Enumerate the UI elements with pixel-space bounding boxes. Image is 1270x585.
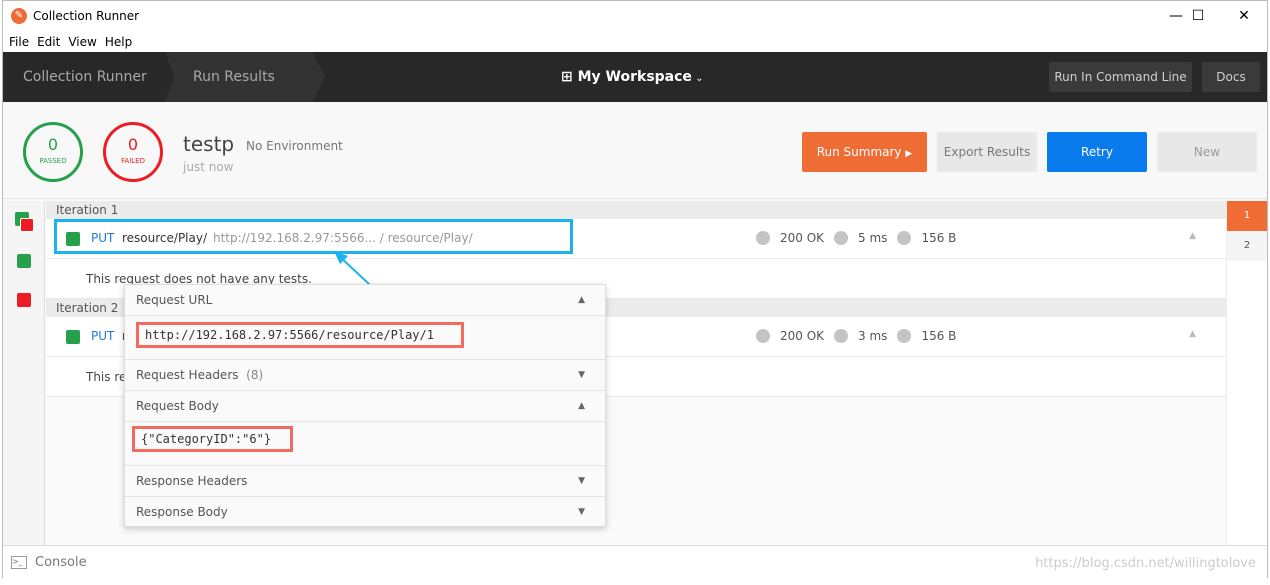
response-headers-section[interactable]: Response Headers ▼ [125, 466, 605, 497]
run-time: just now [183, 160, 234, 174]
failed-square-icon[interactable] [17, 293, 31, 307]
environment-label: No Environment [246, 139, 343, 153]
console-icon: >_ [11, 555, 27, 569]
chevron-down-icon: ⌄ [691, 73, 704, 84]
run-in-command-line-button[interactable]: Run In Command Line [1049, 62, 1192, 92]
caret-right-icon: ▶ [905, 149, 913, 159]
iteration-header: Iteration 1 [46, 201, 1226, 219]
collapse-caret-icon[interactable]: ▲ [1189, 231, 1196, 241]
menu-edit[interactable]: Edit [37, 35, 60, 49]
breadcrumb-collection-runner[interactable]: Collection Runner [23, 52, 147, 102]
workspace-selector[interactable]: ⊞ My Workspace ⌄ [561, 52, 703, 102]
export-results-button[interactable]: Export Results [937, 132, 1037, 172]
caret-down-icon: ▼ [578, 476, 585, 486]
pass-indicator-icon [66, 330, 80, 344]
passed-counter: 0 PASSED [23, 122, 83, 182]
caret-down-icon: ▼ [578, 370, 585, 380]
caret-up-icon: ▲ [578, 295, 585, 305]
request-details-popup: Request URL ▲ http://192.168.2.97:5566/re… [124, 284, 606, 527]
caret-down-icon: ▼ [578, 507, 585, 517]
passed-square-icon[interactable] [17, 254, 31, 268]
request-url-section[interactable]: Request URL ▲ [125, 285, 605, 316]
iteration-gutter [3, 201, 45, 545]
request-body-value: {"CategoryID":"6"} [132, 426, 293, 452]
window-title: Collection Runner [33, 9, 140, 23]
page-1[interactable]: 1 [1227, 201, 1267, 231]
failed-square-icon [20, 218, 34, 232]
response-stats: 200 OK 5 ms 156 B [756, 231, 966, 245]
postman-logo-icon: ✎ [11, 8, 27, 24]
caret-up-icon: ▲ [578, 401, 585, 411]
menu-bar: File Edit View Help [3, 31, 1267, 52]
watermark: https://blog.csdn.net/willingtolove [1035, 556, 1256, 571]
iteration-pager: 1 2 [1226, 201, 1267, 545]
failed-counter: 0 FAILED [103, 122, 163, 182]
request-url-value: http://192.168.2.97:5566/resource/Play/1 [136, 322, 464, 348]
run-summary-button[interactable]: Run Summary ▶ [802, 132, 927, 172]
grid-icon: ⊞ [561, 69, 578, 85]
top-nav: Collection Runner Run Results ⊞ My Works… [3, 52, 1267, 102]
collection-name: testp [183, 132, 235, 156]
request-body-section[interactable]: Request Body ▲ [125, 391, 605, 422]
run-header: 0 PASSED 0 FAILED testp No Environment jus… [3, 102, 1267, 199]
page-2[interactable]: 2 [1227, 231, 1267, 261]
request-method: PUT [91, 329, 115, 343]
docs-button[interactable]: Docs [1202, 62, 1260, 92]
menu-view[interactable]: View [68, 35, 96, 49]
new-button[interactable]: New [1157, 132, 1257, 172]
console-label: Console [35, 554, 87, 570]
menu-file[interactable]: File [9, 35, 29, 49]
breadcrumb-run-results[interactable]: Run Results [193, 52, 275, 102]
response-stats: 200 OK 3 ms 156 B [756, 329, 966, 343]
retry-button[interactable]: Retry [1047, 132, 1147, 172]
close-button[interactable]: ✕ [1221, 1, 1267, 31]
request-headers-section[interactable]: Request Headers (8) ▼ [125, 360, 605, 391]
menu-help[interactable]: Help [105, 35, 132, 49]
title-bar: ✎ Collection Runner — ☐ ✕ [3, 1, 1267, 31]
highlight-box [54, 219, 573, 254]
response-body-section[interactable]: Response Body ▼ [125, 497, 605, 528]
maximize-button[interactable]: ☐ [1175, 1, 1221, 31]
collapse-caret-icon[interactable]: ▲ [1189, 329, 1196, 339]
workspace-name: My Workspace [577, 69, 692, 85]
